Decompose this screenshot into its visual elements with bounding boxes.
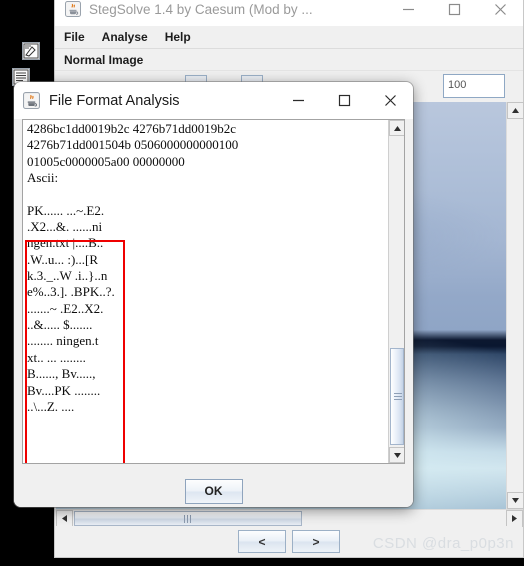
dialog-minimize-button[interactable] [275,84,321,118]
previous-plane-button[interactable]: < [238,530,286,553]
menu-item-file[interactable]: File [64,30,94,44]
file-format-analysis-dialog: File Format Analysis 4286bc1dd0019b2c 42… [14,82,413,507]
stegsolve-close-button[interactable] [477,0,523,26]
menu-item-analyse[interactable]: Analyse [102,30,157,44]
stegsolve-titlebar[interactable]: StegSolve 1.4 by Caesum (Mod by ... [55,0,523,26]
editor-icon [23,43,39,59]
stegsolve-menubar: File Analyse Help [55,26,523,49]
analysis-scroll-thumb[interactable] [390,348,404,445]
stegsolve-maximize-button[interactable] [431,0,477,26]
scroll-grip-icon [394,392,402,401]
dialog-close-button[interactable] [367,84,413,118]
dialog-button-bar: OK [14,468,413,507]
scroll-grip-icon [184,515,192,523]
ok-button[interactable]: OK [184,478,243,504]
stegsolve-minimize-button[interactable] [385,0,431,26]
stegsolve-mode-bar: Normal Image [55,49,523,70]
dialog-maximize-button[interactable] [321,84,367,118]
viewport-vertical-scrollbar[interactable] [506,102,524,509]
analysis-output-text: 4286bc1dd0019b2c 4276b71dd0019b2c 4276b7… [27,121,239,414]
dialog-titlebar[interactable]: File Format Analysis [14,82,413,119]
zoom-level-input[interactable]: 100 [443,74,505,98]
scroll-up-arrow-icon[interactable] [389,120,404,136]
stegsolve-window-title: StegSolve 1.4 by Caesum (Mod by ... [89,1,313,17]
menu-item-help[interactable]: Help [165,30,200,44]
scroll-up-arrow-icon[interactable] [507,102,524,119]
current-mode-label: Normal Image [64,52,144,67]
scroll-left-arrow-icon[interactable] [56,510,73,527]
java-coffee-cup-icon [65,1,81,17]
dialog-body: 4286bc1dd0019b2c 4276b71dd0019b2c 4276b7… [14,119,413,507]
horizontal-scroll-thumb[interactable] [74,511,302,526]
scroll-right-arrow-icon[interactable] [506,510,523,527]
next-plane-button[interactable]: > [292,530,340,553]
viewport-horizontal-scrollbar[interactable] [56,509,523,527]
scroll-down-arrow-icon[interactable] [389,447,404,463]
scroll-down-arrow-icon[interactable] [507,492,524,509]
dialog-window-title: File Format Analysis [49,92,180,109]
desktop-icon-editor[interactable] [22,42,40,60]
java-coffee-cup-icon [23,92,40,109]
csdn-watermark: CSDN @dra_p0p3n [372,535,514,552]
analysis-text-panel[interactable]: 4286bc1dd0019b2c 4276b71dd0019b2c 4276b7… [22,119,405,464]
desktop-background: StegSolve 1.4 by Caesum (Mod by ... File… [0,0,524,566]
analysis-vertical-scrollbar[interactable] [388,120,404,463]
